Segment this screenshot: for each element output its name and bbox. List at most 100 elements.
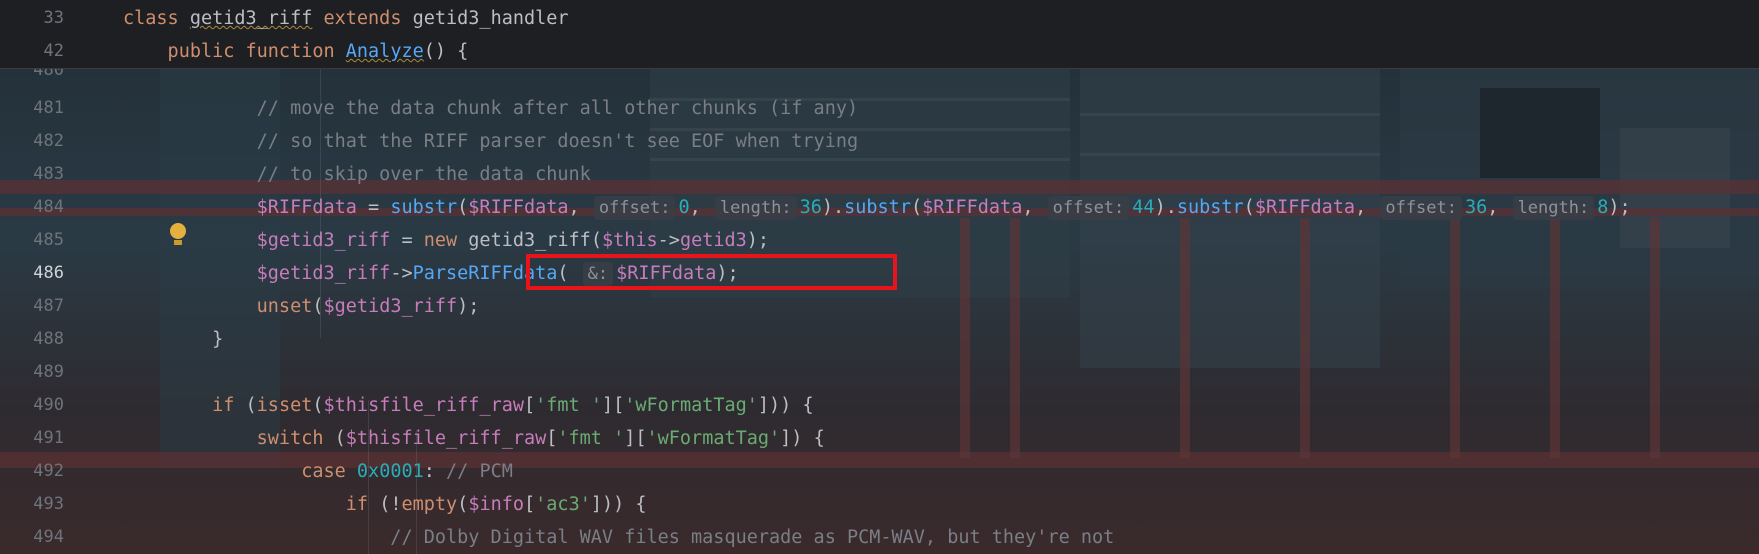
code-token: ); [1608, 197, 1631, 218]
code-token: public function [123, 41, 346, 62]
code-token: () { [423, 41, 469, 62]
code-token: // Dolby Digital WAV files masquerade as… [123, 527, 1115, 548]
code-line[interactable]: if (!empty($info['ac3'])) { [123, 488, 647, 521]
code-token: $RIFFdata [256, 197, 357, 218]
line-number[interactable]: 484 [0, 197, 64, 217]
code-token: // move the data chunk after all other c… [123, 98, 859, 119]
line-number[interactable]: 489 [0, 362, 64, 382]
code-token: 'wFormatTag' [624, 395, 758, 416]
code-token: ( [312, 296, 324, 317]
line-number[interactable]: 488 [0, 329, 64, 349]
line-number[interactable]: 42 [0, 41, 64, 61]
line-number[interactable]: 482 [0, 131, 64, 151]
code-token: new [423, 230, 469, 251]
code-token: ])) { [757, 395, 814, 416]
code-line[interactable]: // Dolby Digital WAV files masquerade as… [123, 521, 1114, 554]
code-token: [ [524, 494, 536, 515]
code-token: if [212, 395, 246, 416]
code-token: isset [256, 395, 313, 416]
code-line[interactable]: case 0x0001: // PCM [123, 455, 513, 488]
code-token: ( [910, 197, 923, 218]
line-number[interactable]: 493 [0, 494, 64, 514]
code-line[interactable]: if (isset($thisfile_riff_raw['fmt ']['wF… [123, 389, 814, 422]
code-token: ][ [601, 395, 625, 416]
line-number[interactable]: 492 [0, 461, 64, 481]
code-token: $RIFFdata [922, 197, 1023, 218]
code-token: , [689, 197, 712, 218]
parameter-hint: offset: [1380, 196, 1462, 220]
parameter-hint: length: [714, 196, 797, 220]
code-token: ( [457, 494, 469, 515]
code-token: ( [312, 395, 324, 416]
code-token: // so that the RIFF parser doesn't see E… [123, 131, 859, 152]
line-number[interactable]: 483 [0, 164, 64, 184]
code-line[interactable]: public function Analyze() { [123, 35, 469, 68]
code-token: 'ac3' [535, 494, 591, 515]
code-line[interactable]: switch ($thisfile_riff_raw['fmt ']['wFor… [123, 422, 825, 455]
code-token: ( [590, 230, 602, 251]
code-token: 'fmt ' [557, 428, 625, 449]
code-token: $thisfile_riff_raw [323, 395, 524, 416]
code-token: switch [256, 428, 335, 449]
code-token: $getid3_riff [256, 230, 391, 251]
code-token: ). [821, 197, 845, 218]
code-editor[interactable]: 33 class getid3_riff extends getid3_handl… [0, 0, 1759, 554]
code-token: (! [379, 494, 402, 515]
code-line[interactable]: } [123, 323, 223, 356]
code-token: 36 [799, 197, 822, 218]
line-number[interactable]: 494 [0, 527, 64, 547]
code-token: ); [457, 296, 480, 317]
parameter-hint: length: [1512, 196, 1595, 220]
code-token: $RIFFdata [468, 197, 569, 218]
code-line[interactable]: // so that the RIFF parser doesn't see E… [123, 125, 858, 158]
code-token: ( [245, 395, 257, 416]
code-line[interactable]: // move the data chunk after all other c… [123, 92, 858, 125]
code-line[interactable]: class getid3_riff extends getid3_handler [123, 2, 569, 35]
code-token: getid3_handler [412, 8, 569, 29]
code-token: getid3 [679, 230, 747, 251]
code-token: 8 [1597, 197, 1609, 218]
code-token: $getid3_riff [256, 263, 391, 284]
code-token: $thisfile_riff_raw [345, 428, 547, 449]
code-token: substr [390, 197, 458, 218]
code-token: $this [601, 230, 658, 251]
code-token: if [345, 494, 380, 515]
code-token: case [301, 461, 357, 482]
code-line[interactable]: // to skip over the data chunk [123, 158, 591, 191]
code-line[interactable]: $RIFFdata = substr($RIFFdata, offset: 0, … [123, 191, 1631, 224]
line-number[interactable]: 490 [0, 395, 64, 415]
lightbulb-icon[interactable] [170, 223, 186, 245]
code-token: 44 [1132, 197, 1155, 218]
code-token: ( [1243, 197, 1255, 218]
code-line[interactable]: $getid3_riff = new getid3_riff($this->ge… [123, 224, 769, 257]
code-token: // to skip over the data chunk [123, 164, 591, 185]
line-number[interactable]: 487 [0, 296, 64, 316]
line-number[interactable]: 481 [0, 98, 64, 118]
line-number[interactable]: 486 [0, 263, 64, 283]
code-token: 0x0001 [356, 461, 424, 482]
code-token: , [1022, 197, 1045, 218]
code-token: empty [401, 494, 458, 515]
code-token: getid3_riff [468, 230, 591, 251]
line-number[interactable]: 491 [0, 428, 64, 448]
line-number[interactable]: 33 [0, 8, 64, 28]
code-token: , [1355, 197, 1378, 218]
highlight-box [526, 254, 897, 290]
code-token: [ [524, 395, 536, 416]
code-token: = [390, 230, 424, 251]
parameter-hint: offset: [1047, 196, 1130, 220]
line-number[interactable]: 485 [0, 230, 64, 250]
code-token: ])) { [590, 494, 647, 515]
code-token: ( [334, 428, 346, 449]
code-token: ]) { [780, 428, 825, 449]
code-line[interactable]: unset($getid3_riff); [123, 290, 480, 323]
code-token: , [1487, 197, 1510, 218]
code-token: $RIFFdata [1254, 197, 1356, 218]
code-token: 'fmt ' [535, 395, 602, 416]
